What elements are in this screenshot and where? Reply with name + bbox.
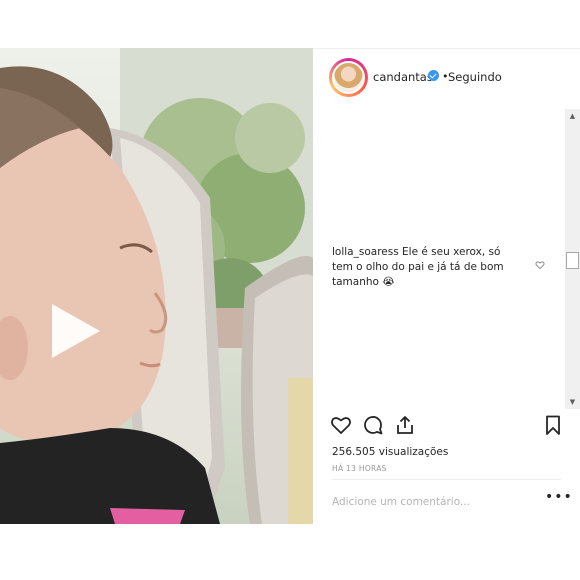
view-count[interactable]: 256.505 visualizações	[332, 446, 448, 458]
post-timestamp: HÁ 13 HORAS	[332, 464, 387, 473]
divider	[332, 479, 561, 480]
comment-icon[interactable]	[362, 414, 384, 436]
scroll-up-button[interactable]: ▲	[565, 109, 580, 123]
following-button[interactable]: Seguindo	[448, 70, 502, 84]
more-options-icon[interactable]: •••	[545, 489, 573, 505]
username-link[interactable]: candantas	[373, 70, 433, 84]
bookmark-icon[interactable]	[542, 414, 564, 436]
scroll-down-button[interactable]: ▼	[565, 395, 580, 409]
video-frame	[0, 48, 313, 524]
post-sidebar: candantas • Seguindo lolla_soaress Ele é…	[313, 48, 580, 524]
comment-username[interactable]: lolla_soaress	[332, 246, 399, 258]
share-icon[interactable]	[394, 414, 416, 436]
comments-scrollbar[interactable]: ▲ ▼	[565, 109, 580, 409]
post-header: candantas • Seguindo	[313, 49, 580, 107]
heart-icon[interactable]	[330, 414, 352, 436]
comment-item: lolla_soaress Ele é seu xerox, só tem o …	[332, 245, 524, 290]
verified-badge-icon	[428, 70, 439, 81]
action-bar	[313, 414, 580, 444]
instagram-post: candantas • Seguindo lolla_soaress Ele é…	[0, 48, 580, 524]
video-player[interactable]	[0, 48, 313, 524]
avatar[interactable]	[329, 58, 368, 97]
small-heart-icon[interactable]	[535, 260, 545, 270]
play-icon[interactable]	[52, 304, 100, 358]
comments-list: lolla_soaress Ele é seu xerox, só tem o …	[313, 107, 565, 407]
scrollbar-thumb[interactable]	[566, 252, 579, 269]
avatar-image	[332, 61, 365, 94]
comment-input[interactable]: Adicione um comentário...	[332, 496, 532, 508]
